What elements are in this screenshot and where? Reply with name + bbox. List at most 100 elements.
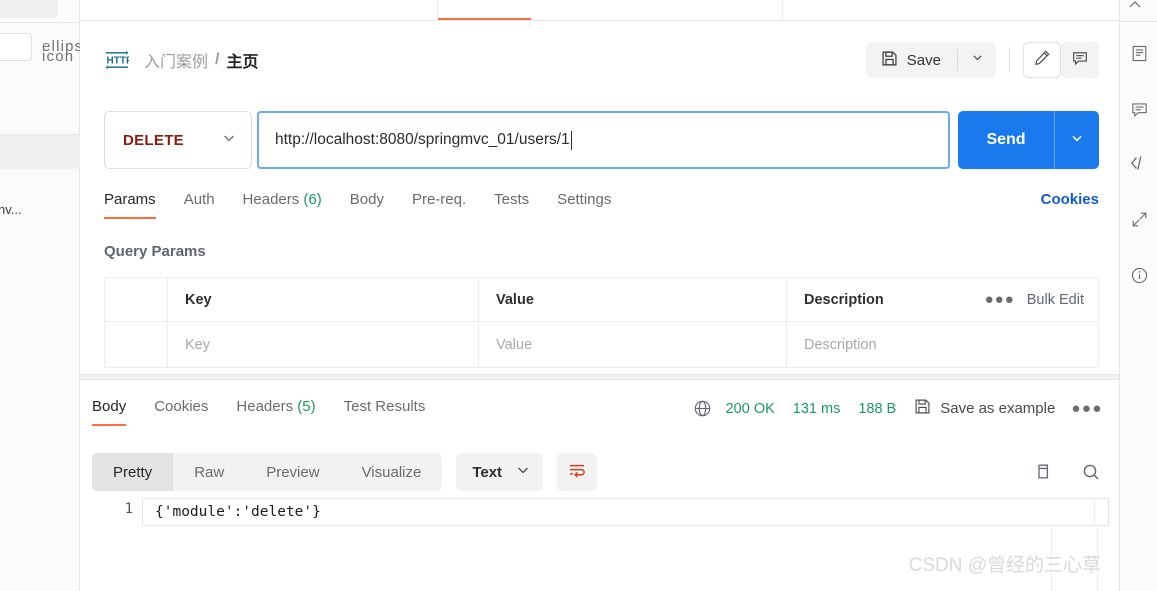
chevron-down-icon xyxy=(516,463,530,482)
url-bar: DELETE http://localhost:8080/springmvc_0… xyxy=(104,111,1099,169)
request-tab-strip xyxy=(80,0,1129,21)
tab-body[interactable]: Body xyxy=(350,191,384,219)
column-header-description: Description xyxy=(804,291,884,308)
send-button[interactable]: Send xyxy=(958,111,1054,169)
save-as-example-label: Save as example xyxy=(940,400,1056,417)
response-status-bar: 200 OK 131 ms 188 B Save as example ●●● xyxy=(693,398,1109,419)
response-body-text: {'module':'delete'} xyxy=(155,504,321,520)
http-protocol-icon: HTTP xyxy=(104,48,130,72)
breadcrumb-actions: Save xyxy=(865,42,1099,78)
code-scrollbar[interactable] xyxy=(1094,499,1108,525)
status-code: 200 OK xyxy=(725,400,775,417)
response-view-mode-group: Pretty Raw Preview Visualize xyxy=(92,453,443,491)
query-params-table: Key Value Description ●●● Bulk Edit Key … xyxy=(104,277,1099,368)
tab-tests[interactable]: Tests xyxy=(494,191,529,219)
response-format-select[interactable]: Text xyxy=(456,453,544,491)
value-input[interactable]: Value xyxy=(496,337,532,353)
breadcrumb-row: HTTP 入门案例 / 主页 Save xyxy=(80,31,1119,89)
response-tab-test-results[interactable]: Test Results xyxy=(344,398,426,426)
postman-window: ellipsis-icon nv... HTTP 入门案例 / xyxy=(0,0,1157,591)
chevron-down-icon xyxy=(1070,131,1084,150)
breadcrumb-separator: / xyxy=(215,51,220,68)
tab-settings-label: Settings xyxy=(557,191,612,208)
save-as-example-button[interactable]: Save as example xyxy=(914,398,1055,419)
view-mode-raw[interactable]: Raw xyxy=(173,453,245,491)
http-method-select[interactable]: DELETE xyxy=(104,111,252,169)
key-input[interactable]: Key xyxy=(185,337,210,353)
word-wrap-button[interactable] xyxy=(557,453,598,491)
response-time: 131 ms xyxy=(792,400,841,417)
tab-item[interactable] xyxy=(783,0,1128,21)
request-response-pane: HTTP 入门案例 / 主页 Save xyxy=(80,21,1119,591)
sidebar-new-button[interactable] xyxy=(0,0,58,18)
comment-icon xyxy=(1071,49,1089,72)
floppy-disk-icon xyxy=(881,50,898,71)
edit-button[interactable] xyxy=(1023,42,1061,78)
response-body-actions xyxy=(1033,462,1109,482)
search-icon[interactable] xyxy=(1081,462,1101,482)
header-checkbox-cell xyxy=(105,278,168,321)
response-more-icon[interactable]: ●●● xyxy=(1071,401,1103,416)
tab-settings[interactable]: Settings xyxy=(557,191,611,219)
documentation-icon[interactable] xyxy=(1128,42,1150,64)
sidebar-selected-row[interactable] xyxy=(0,135,80,169)
text-cursor xyxy=(570,130,572,150)
tab-params[interactable]: Params xyxy=(104,191,156,219)
breadcrumb-current: 主页 xyxy=(226,54,259,71)
response-tab-headers-count: (5) xyxy=(297,398,316,415)
save-button[interactable]: Save xyxy=(866,42,957,78)
ellipsis-icon[interactable]: ●●● xyxy=(985,292,1015,307)
comment-icon[interactable] xyxy=(1128,98,1150,120)
tab-prerequest[interactable]: Pre-req. xyxy=(412,191,466,219)
response-size: 188 B xyxy=(858,400,897,417)
sidebar-search-input[interactable] xyxy=(0,33,32,61)
tab-auth[interactable]: Auth xyxy=(184,191,215,219)
view-mode-visualize[interactable]: Visualize xyxy=(341,453,443,491)
response-tab-headers-label: Headers xyxy=(236,398,294,415)
response-format-label: Text xyxy=(472,463,503,481)
tab-body-label: Body xyxy=(349,191,384,208)
response-tabs: Body Cookies Headers (5) Test Results 20… xyxy=(92,398,1109,434)
cookies-link[interactable]: Cookies xyxy=(1041,191,1099,208)
row-checkbox-cell[interactable] xyxy=(105,322,168,367)
send-dropdown-button[interactable] xyxy=(1055,111,1099,169)
breadcrumb-parent[interactable]: 入门案例 xyxy=(144,48,208,72)
response-tab-body[interactable]: Body xyxy=(92,398,127,426)
response-tab-test-results-label: Test Results xyxy=(343,398,426,415)
right-sidebar-peek-icon[interactable] xyxy=(1126,0,1146,12)
chevron-down-icon xyxy=(971,51,984,69)
table-row: Key Value Description xyxy=(105,322,1098,367)
floppy-disk-icon xyxy=(914,398,931,419)
tab-params-label: Params xyxy=(104,191,156,208)
view-mode-preview[interactable]: Preview xyxy=(245,453,340,491)
code-icon[interactable] xyxy=(1128,152,1150,174)
right-sidebar-divider xyxy=(1120,21,1157,22)
comment-button[interactable] xyxy=(1061,42,1099,78)
code-content[interactable]: {'module':'delete'} xyxy=(142,498,1109,526)
tab-prerequest-label: Pre-req. xyxy=(411,191,467,208)
url-input-value: http://localhost:8080/springmvc_01/users… xyxy=(275,131,570,148)
response-body-toolbar: Pretty Raw Preview Visualize Text xyxy=(92,452,1109,492)
tab-item[interactable] xyxy=(80,0,438,21)
save-dropdown-button[interactable] xyxy=(958,42,996,78)
expand-icon[interactable] xyxy=(1128,208,1150,230)
tab-headers[interactable]: Headers (6) xyxy=(243,191,322,219)
save-button-label: Save xyxy=(906,51,941,69)
globe-icon xyxy=(693,399,712,418)
response-tab-cookies[interactable]: Cookies xyxy=(154,398,208,426)
copy-icon[interactable] xyxy=(1033,462,1053,482)
send-button-group: Send xyxy=(958,111,1099,169)
description-input[interactable]: Description xyxy=(804,337,877,353)
column-header-value: Value xyxy=(496,291,534,308)
response-body-code: 1 {'module':'delete'} xyxy=(92,498,1109,526)
tab-auth-label: Auth xyxy=(183,191,215,208)
view-mode-pretty[interactable]: Pretty xyxy=(92,453,174,491)
request-tabs: Params Auth Headers (6) Body Pre-req. Te… xyxy=(104,191,1099,227)
word-wrap-icon xyxy=(567,460,587,485)
bulk-edit-button[interactable]: Bulk Edit xyxy=(1027,292,1084,308)
response-tab-headers[interactable]: Headers (5) xyxy=(236,398,315,426)
toolbar-divider xyxy=(1009,47,1010,73)
http-method-label: DELETE xyxy=(123,131,184,149)
url-input[interactable]: http://localhost:8080/springmvc_01/users… xyxy=(257,111,950,169)
info-icon[interactable] xyxy=(1128,264,1150,286)
